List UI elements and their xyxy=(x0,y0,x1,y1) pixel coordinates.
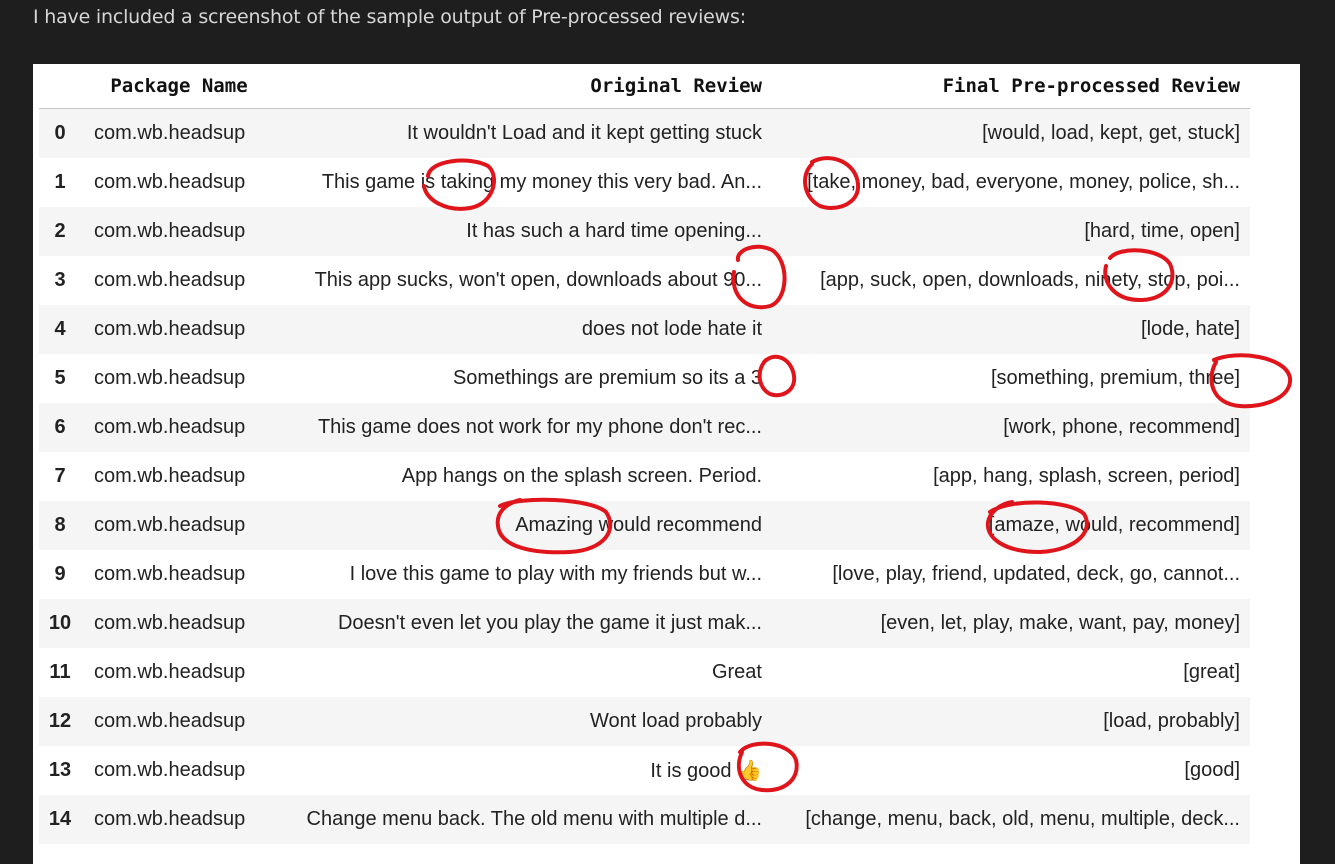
row-index: 7 xyxy=(54,465,66,487)
table-row: 13 com.wb.headsup It is good 👍 [good] xyxy=(39,746,1250,795)
original-review-cell: Wont load probably xyxy=(590,710,762,732)
table-header-row: Package Name Original Review Final Pre-p… xyxy=(39,64,1250,109)
row-index: 12 xyxy=(48,710,72,732)
final-review-cell: [app, hang, splash, screen, period] xyxy=(933,465,1240,487)
final-review-cell: [even, let, play, make, want, pay, money… xyxy=(880,612,1240,634)
dataframe-panel: Package Name Original Review Final Pre-p… xyxy=(33,64,1300,864)
table-row: 4 com.wb.headsup does not lode hate it [lod… xyxy=(39,305,1250,354)
package-name-cell: com.wb.headsup xyxy=(94,661,246,683)
original-review-cell: Somethings are premium so its a 3 xyxy=(452,367,762,389)
final-review-cell: [hard, time, open] xyxy=(1084,220,1240,242)
table-row: 12 com.wb.headsup Wont load probably [load,… xyxy=(39,697,1250,746)
row-index: 3 xyxy=(54,269,66,291)
row-index: 10 xyxy=(48,612,72,634)
row-index: 4 xyxy=(54,318,66,340)
original-review-cell: It wouldn't Load and it kept getting stu… xyxy=(406,122,762,144)
package-name-cell: com.wb.headsup xyxy=(94,612,246,634)
final-review-cell: [good] xyxy=(1184,759,1240,781)
table-row: 1 com.wb.headsup This game is taking my mo… xyxy=(39,158,1250,207)
table-row: 8 com.wb.headsup Amazing would recommend [a… xyxy=(39,501,1250,550)
package-name-cell: com.wb.headsup xyxy=(94,171,246,193)
original-review-cell: I love this game to play with my friends… xyxy=(349,563,762,585)
row-index: 1 xyxy=(54,171,66,193)
row-index: 13 xyxy=(48,759,72,781)
original-review-cell: does not lode hate it xyxy=(581,318,762,340)
header-final-review: Final Pre-processed Review xyxy=(772,64,1250,109)
package-name-cell: com.wb.headsup xyxy=(94,514,246,536)
table-row: 2 com.wb.headsup It has such a hard time o… xyxy=(39,207,1250,256)
final-review-cell: [app, suck, open, downloads, ninety, sto… xyxy=(820,269,1240,291)
package-name-cell: com.wb.headsup xyxy=(94,465,246,487)
intro-text: I have included a screenshot of the samp… xyxy=(33,6,746,28)
package-name-cell: com.wb.headsup xyxy=(94,367,246,389)
original-review-cell: It has such a hard time opening... xyxy=(466,220,762,242)
header-package-name: Package Name xyxy=(84,64,274,109)
reviews-table: Package Name Original Review Final Pre-p… xyxy=(39,64,1250,844)
original-review-cell: Great xyxy=(711,661,762,683)
original-review-cell: Amazing would recommend xyxy=(515,514,762,536)
row-index: 5 xyxy=(54,367,66,389)
final-review-cell: [love, play, friend, updated, deck, go, … xyxy=(832,563,1240,585)
final-review-cell: [work, phone, recommend] xyxy=(1003,416,1240,438)
package-name-cell: com.wb.headsup xyxy=(94,710,246,732)
table-row: 5 com.wb.headsup Somethings are premium so… xyxy=(39,354,1250,403)
original-review-cell: Doesn't even let you play the game it ju… xyxy=(337,612,762,634)
header-original-review: Original Review xyxy=(274,64,772,109)
row-index: 6 xyxy=(54,416,66,438)
package-name-cell: com.wb.headsup xyxy=(94,220,246,242)
final-review-cell: [something, premium, three] xyxy=(991,367,1240,389)
row-index: 0 xyxy=(54,122,66,144)
final-review-cell: [amaze, would, recommend] xyxy=(988,514,1240,536)
table-row: 7 com.wb.headsup App hangs on the splash s… xyxy=(39,452,1250,501)
original-review-cell: It is good 👍 xyxy=(650,760,762,782)
table-row: 3 com.wb.headsup This app sucks, won't ope… xyxy=(39,256,1250,305)
final-review-cell: [load, probably] xyxy=(1103,710,1240,732)
package-name-cell: com.wb.headsup xyxy=(94,318,246,340)
final-review-cell: [lode, hate] xyxy=(1141,318,1240,340)
final-review-cell: [great] xyxy=(1183,661,1240,683)
final-review-cell: [would, load, kept, get, stuck] xyxy=(982,122,1240,144)
final-review-cell: [take, money, bad, everyone, money, poli… xyxy=(807,171,1240,193)
original-review-cell: This game does not work for my phone don… xyxy=(317,416,762,438)
header-index xyxy=(39,64,84,109)
table-row: 11 com.wb.headsup Great [great] xyxy=(39,648,1250,697)
package-name-cell: com.wb.headsup xyxy=(94,416,246,438)
original-review-cell: App hangs on the splash screen. Period. xyxy=(401,465,762,487)
row-index: 2 xyxy=(54,220,66,242)
table-row: 0 com.wb.headsup It wouldn't Load and it k… xyxy=(39,108,1250,158)
table-row: 6 com.wb.headsup This game does not work f… xyxy=(39,403,1250,452)
package-name-cell: com.wb.headsup xyxy=(94,122,246,144)
package-name-cell: com.wb.headsup xyxy=(94,563,246,585)
table-row: 10 com.wb.headsup Doesn't even let you pla… xyxy=(39,599,1250,648)
table-body: 0 com.wb.headsup It wouldn't Load and it k… xyxy=(39,108,1250,844)
package-name-cell: com.wb.headsup xyxy=(94,269,246,291)
original-review-cell: This game is taking my money this very b… xyxy=(321,171,762,193)
package-name-cell: com.wb.headsup xyxy=(94,759,246,781)
row-index: 8 xyxy=(54,514,66,536)
table-row: 9 com.wb.headsup I love this game to play … xyxy=(39,550,1250,599)
original-review-cell: This app sucks, won't open, downloads ab… xyxy=(314,269,762,291)
row-index: 9 xyxy=(54,563,66,585)
row-index: 11 xyxy=(49,661,71,683)
